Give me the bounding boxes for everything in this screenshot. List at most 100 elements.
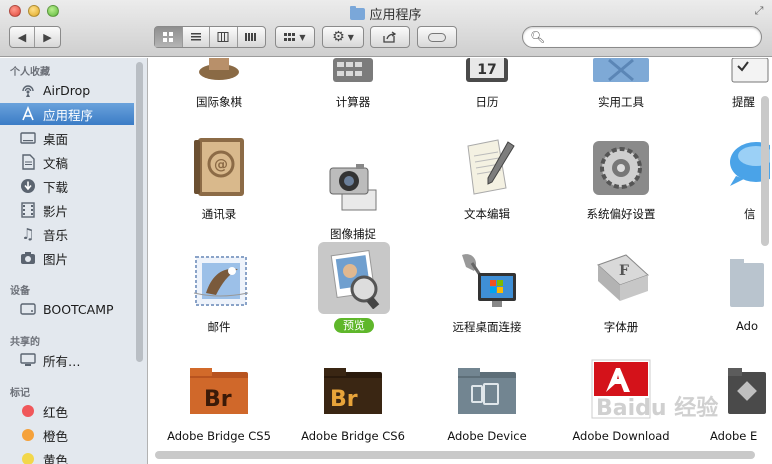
chevron-down-icon: ▼ xyxy=(347,32,354,42)
app-label: 国际象棋 xyxy=(196,95,242,109)
sidebar-item-desktop[interactable]: 桌面 xyxy=(0,127,134,149)
sidebar-item-documents[interactable]: 文稿 xyxy=(0,151,134,173)
svg-text:Br: Br xyxy=(330,387,358,412)
vertical-scrollbar[interactable] xyxy=(761,96,769,246)
column-view-button[interactable] xyxy=(210,27,238,47)
sidebar-item-label: 所有… xyxy=(43,353,81,369)
documents-icon xyxy=(20,154,36,170)
sidebar-header-tags: 标记 xyxy=(10,388,30,399)
network-icon xyxy=(20,352,36,368)
sidebar-item-movies[interactable]: 影片 xyxy=(0,199,134,221)
share-button[interactable] xyxy=(370,26,410,48)
folder-icon xyxy=(730,259,764,307)
sidebar-item-downloads[interactable]: 下载 xyxy=(0,175,134,197)
svg-text:@: @ xyxy=(214,157,228,173)
sidebar-scrollbar[interactable] xyxy=(136,62,143,362)
sidebar-item-label: 影片 xyxy=(43,203,69,219)
sidebar-item-tag-orange[interactable]: 橙色 xyxy=(0,424,134,446)
adobe-device-folder-icon xyxy=(458,368,516,414)
app-label: 日历 xyxy=(475,95,499,109)
sidebar-item-pictures[interactable]: 图片 xyxy=(0,247,134,269)
sidebar-item-all-shared[interactable]: 所有… xyxy=(0,349,134,371)
app-label: 邮件 xyxy=(207,320,231,334)
preview-photos-loupe-icon xyxy=(330,249,380,309)
list-view-button[interactable] xyxy=(183,27,210,47)
app-label: 计算器 xyxy=(335,95,371,109)
search-icon: 🔍︎ xyxy=(530,30,546,44)
film-icon xyxy=(20,202,36,218)
selected-app-label: 预览 xyxy=(334,318,374,333)
app-label: 远程桌面连接 xyxy=(452,320,522,334)
window-title: 应用程序 xyxy=(0,4,772,23)
adobe-bridge-cs5-folder-icon: Br xyxy=(190,368,248,414)
camera-icon xyxy=(20,250,36,266)
sidebar: 个人收藏 AirDrop 应用程序 桌面 文稿 下载 影片 ♫ 音乐 图片 设备… xyxy=(0,58,148,464)
coverflow-view-button[interactable] xyxy=(238,27,265,47)
red-tag-dot-icon xyxy=(20,403,36,419)
arrange-grid-icon xyxy=(284,33,296,41)
sidebar-item-label: AirDrop xyxy=(43,82,91,98)
horizontal-scrollbar[interactable] xyxy=(155,451,755,459)
app-label: Adobe Download xyxy=(572,429,670,443)
sidebar-item-airdrop[interactable]: AirDrop xyxy=(0,79,134,101)
svg-text:Br: Br xyxy=(204,387,232,412)
desktop-icon xyxy=(20,130,36,146)
applications-icon xyxy=(20,106,36,122)
adobe-extension-folder-icon xyxy=(728,368,766,414)
downloads-icon xyxy=(20,178,36,194)
forward-button[interactable]: ▶ xyxy=(35,27,60,47)
share-icon xyxy=(383,31,397,43)
icon-view-button[interactable] xyxy=(155,27,183,47)
music-note-icon: ♫ xyxy=(21,225,35,243)
app-label: Adobe Bridge CS6 xyxy=(301,429,405,443)
sidebar-item-label: 橙色 xyxy=(43,428,69,444)
sidebar-item-bootcamp[interactable]: BOOTCAMP xyxy=(0,298,134,320)
sidebar-item-tag-red[interactable]: 红色 xyxy=(0,400,134,422)
app-label: 通讯录 xyxy=(201,207,237,221)
app-label: 实用工具 xyxy=(598,95,644,109)
arrange-button[interactable]: ▼ xyxy=(275,26,315,48)
sidebar-item-label: 黄色 xyxy=(43,452,69,464)
app-label: 字体册 xyxy=(603,320,639,334)
sidebar-item-music[interactable]: ♫ 音乐 xyxy=(0,223,134,245)
sidebar-header-devices: 设备 xyxy=(10,286,30,297)
back-button[interactable]: ◀ xyxy=(10,27,36,47)
calculator-icon xyxy=(333,58,373,82)
utilities-folder-icon xyxy=(593,58,649,82)
sidebar-item-label: 图片 xyxy=(43,251,69,267)
calendar-icon: 17 xyxy=(466,58,508,82)
app-label: Adobe Device xyxy=(447,429,527,443)
orange-tag-dot-icon xyxy=(20,427,36,443)
app-label: 图像捕捉 xyxy=(330,227,376,241)
mail-stamp-icon xyxy=(193,256,249,306)
contacts-icon: @ xyxy=(194,138,244,196)
chevron-down-icon: ▼ xyxy=(299,32,306,42)
column-view-icon xyxy=(217,32,229,42)
app-label: Adobe Bridge CS5 xyxy=(167,429,271,443)
edit-tags-button[interactable] xyxy=(417,26,457,48)
action-button[interactable]: ⚙ ▼ xyxy=(322,26,364,48)
remote-desktop-icon xyxy=(462,254,516,307)
view-mode-control xyxy=(154,26,266,48)
app-label: 系统偏好设置 xyxy=(586,207,656,221)
list-view-icon xyxy=(190,33,201,41)
sidebar-header-shared: 共享的 xyxy=(10,337,40,348)
fullscreen-icon[interactable]: ⤢ xyxy=(753,5,765,17)
app-label: 文本编辑 xyxy=(464,207,510,221)
search-field[interactable]: 🔍︎ xyxy=(522,26,762,48)
tag-icon xyxy=(428,32,446,42)
sidebar-item-applications[interactable]: 应用程序 xyxy=(0,103,134,125)
font-book-icon: F xyxy=(597,254,649,301)
sidebar-item-label: 桌面 xyxy=(43,131,69,147)
sidebar-item-label: 应用程序 xyxy=(43,107,94,123)
system-preferences-gear-icon xyxy=(593,141,649,195)
app-label: Ado xyxy=(736,319,759,333)
textedit-icon xyxy=(467,139,515,195)
window-toolbar: 应用程序 ⤢ ◀ ▶ ▼ ⚙ ▼ 🔍︎ xyxy=(0,0,772,57)
baidu-watermark: Baidu 经验 xyxy=(596,396,719,421)
disk-icon xyxy=(20,301,36,317)
image-capture-icon xyxy=(329,164,377,211)
sidebar-item-tag-yellow[interactable]: 黄色 xyxy=(0,448,134,464)
folder-icon xyxy=(350,6,366,20)
chess-icon xyxy=(199,58,239,80)
